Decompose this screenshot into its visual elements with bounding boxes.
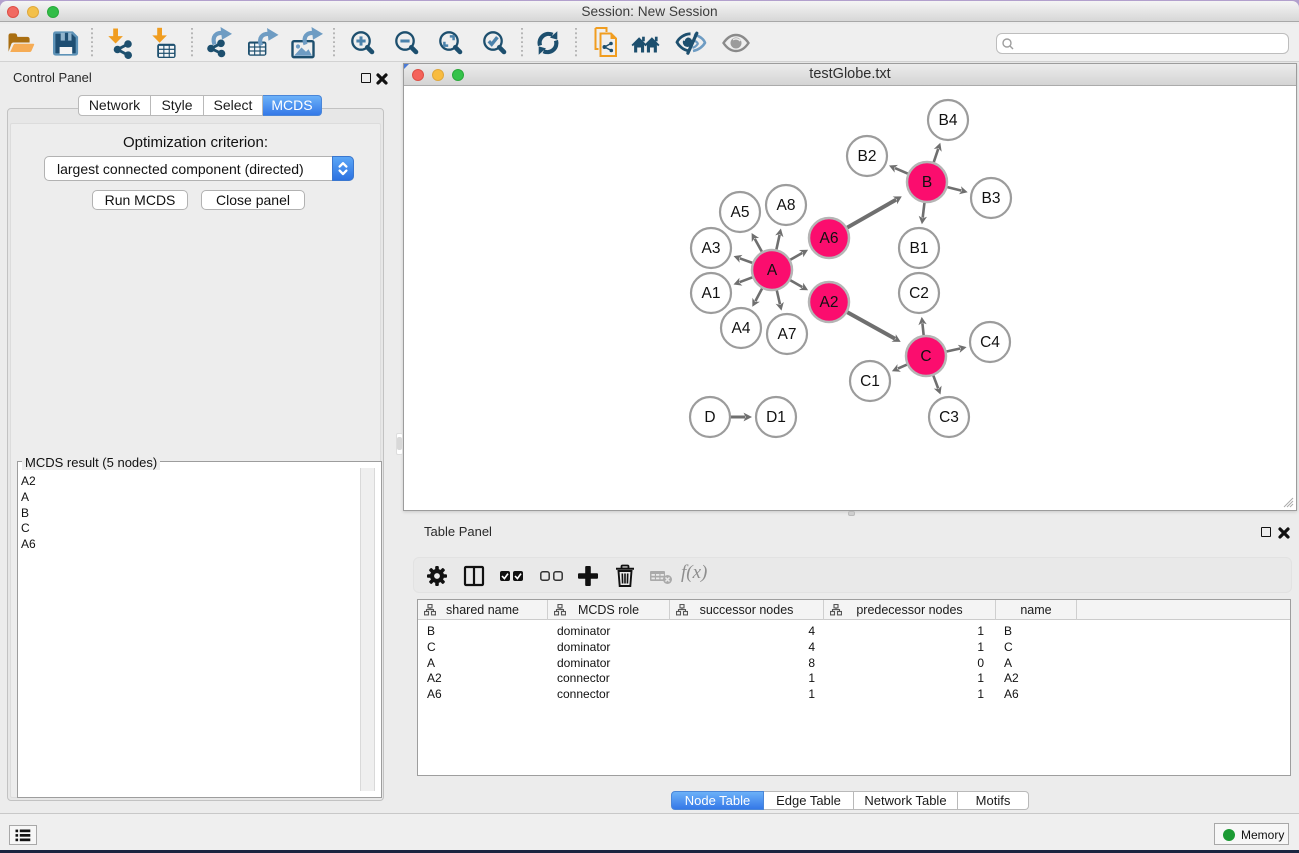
svg-text:A2: A2 <box>820 294 839 311</box>
svg-text:A1: A1 <box>702 285 721 302</box>
svg-text:C4: C4 <box>980 334 1000 351</box>
svg-text:A4: A4 <box>732 320 751 337</box>
svg-text:B: B <box>922 174 932 191</box>
svg-text:B3: B3 <box>982 190 1001 207</box>
svg-text:B1: B1 <box>910 240 929 257</box>
svg-text:C1: C1 <box>860 373 880 390</box>
svg-text:D: D <box>704 409 715 426</box>
svg-text:C2: C2 <box>909 285 929 302</box>
svg-text:B4: B4 <box>939 112 958 129</box>
svg-text:A: A <box>767 262 778 279</box>
svg-text:D1: D1 <box>766 409 786 426</box>
svg-text:A6: A6 <box>820 230 839 247</box>
svg-text:C: C <box>920 348 931 365</box>
svg-text:A3: A3 <box>702 240 721 257</box>
svg-text:C3: C3 <box>939 409 959 426</box>
svg-text:A7: A7 <box>778 326 797 343</box>
svg-text:A8: A8 <box>777 197 796 214</box>
svg-text:B2: B2 <box>858 148 877 165</box>
svg-text:A5: A5 <box>731 204 750 221</box>
